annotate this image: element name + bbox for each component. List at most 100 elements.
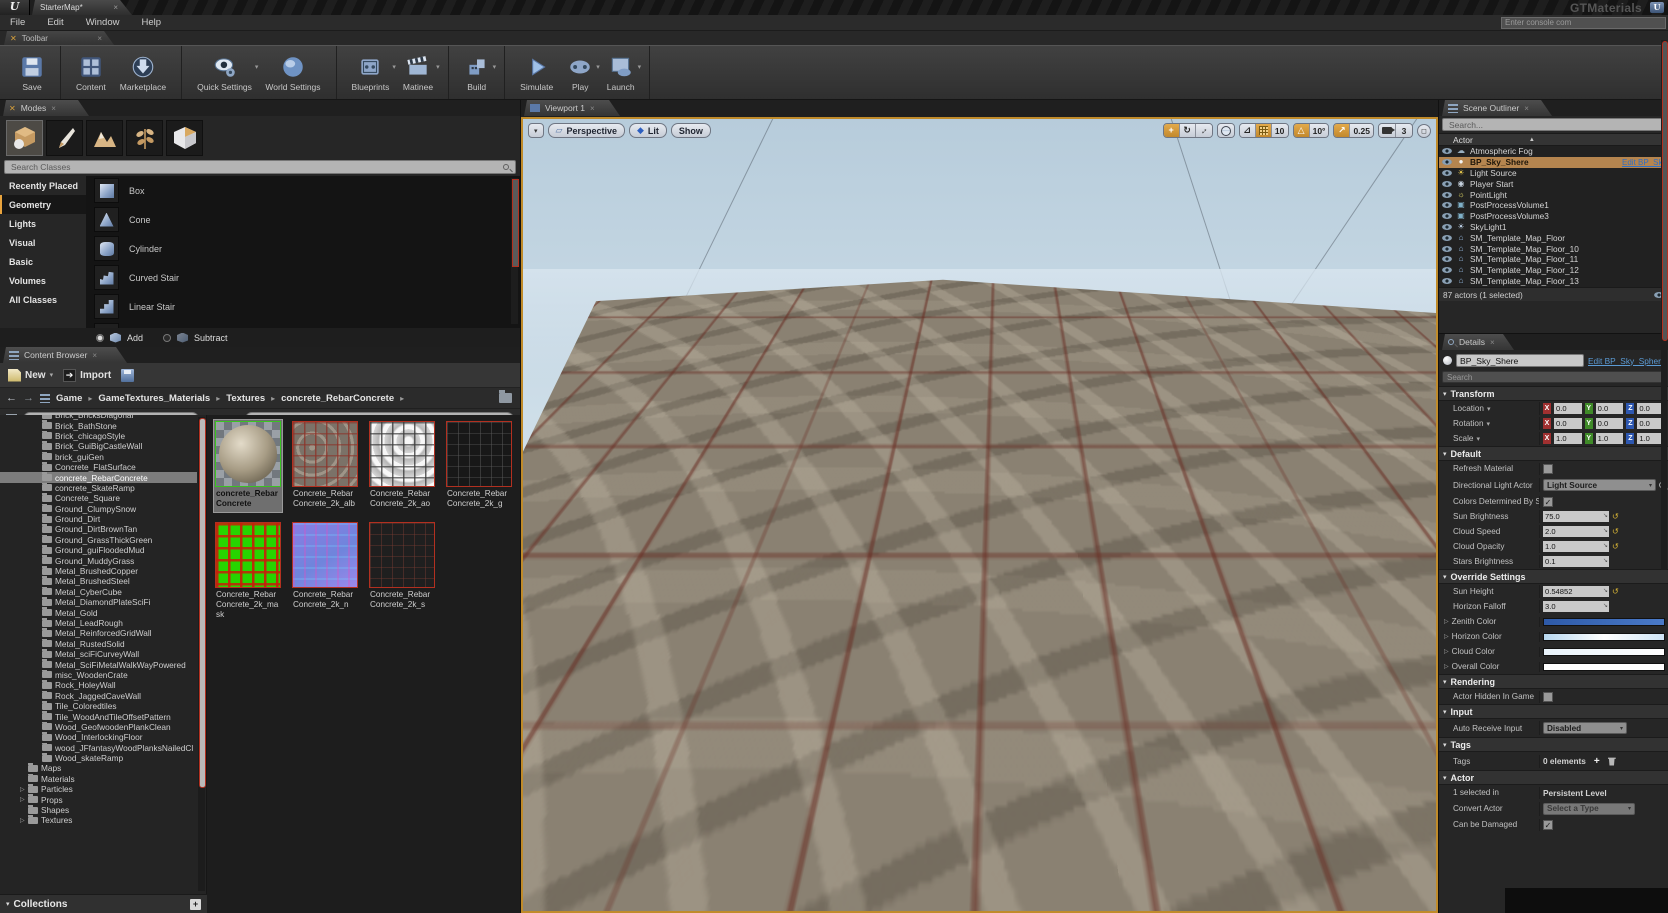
folder-tree-item[interactable]: ▷ Wood_InterlockingFloor bbox=[0, 732, 197, 742]
folder-tree-item[interactable]: ▷ concrete_SkateRamp bbox=[0, 483, 197, 493]
folder-tree-item[interactable]: ▷ brick_guiGen bbox=[0, 452, 197, 462]
csg-subtract-radio[interactable] bbox=[163, 334, 171, 342]
perspective-button[interactable]: ▱ Perspective bbox=[548, 123, 625, 138]
asset-tile[interactable]: Concrete_RebarConcrete_2k_n bbox=[291, 521, 359, 623]
delete-tags-button[interactable] bbox=[1608, 757, 1616, 766]
expander-icon[interactable]: ▷ bbox=[1444, 633, 1449, 640]
folder-tree-item[interactable]: ▷ Ground_Dirt bbox=[0, 514, 197, 524]
colors-by-sun-checkbox[interactable]: ✓ bbox=[1543, 497, 1553, 507]
details-tab[interactable]: Details × bbox=[1442, 334, 1514, 350]
simulate-button[interactable]: Simulate bbox=[513, 46, 560, 99]
maximize-viewport-button[interactable]: ◻ bbox=[1417, 124, 1431, 138]
outliner-row[interactable]: PointLight bbox=[1439, 189, 1668, 200]
folder-tree-item[interactable]: ▷ Metal_BrushedSteel bbox=[0, 576, 197, 586]
folder-tree-item[interactable]: ▷ Metal_CyberCube bbox=[0, 587, 197, 597]
mode-category[interactable]: Geometry bbox=[0, 195, 86, 214]
reset-to-default-icon[interactable]: ↺ bbox=[1612, 542, 1619, 551]
surface-snap-button[interactable]: ⊿ bbox=[1240, 124, 1256, 137]
rendering-section-header[interactable]: ▾ Rendering bbox=[1439, 674, 1668, 689]
visibility-eye-icon[interactable] bbox=[1442, 256, 1452, 262]
viewport-options-button[interactable]: ▾ bbox=[528, 123, 544, 138]
mode-geometry-button[interactable] bbox=[166, 120, 203, 156]
folder-tree-item[interactable]: ▷ Ground_DirtBrownTan bbox=[0, 524, 197, 534]
asset-tile[interactable]: Concrete_RebarConcrete_2k_g bbox=[445, 420, 513, 512]
folder-tree-item[interactable]: ▷ misc_WoodenCrate bbox=[0, 670, 197, 680]
outliner-row[interactable]: SkyLight1 bbox=[1439, 222, 1668, 233]
grid-snap-button[interactable] bbox=[1256, 124, 1272, 137]
placeable-item[interactable]: Box bbox=[86, 176, 520, 205]
mode-category[interactable]: Basic bbox=[0, 252, 86, 271]
expander-icon[interactable]: ▷ bbox=[1444, 663, 1449, 670]
folder-tree-item[interactable]: ▷ Metal_Gold bbox=[0, 607, 197, 617]
content-button[interactable]: Content bbox=[69, 46, 113, 99]
breadcrumb-game[interactable]: Game bbox=[56, 393, 82, 404]
input-section-header[interactable]: ▾ Input bbox=[1439, 704, 1668, 719]
content-browser-tab[interactable]: Content Browser × bbox=[3, 347, 127, 363]
placeable-item[interactable]: Curved Stair bbox=[86, 263, 520, 292]
folder-tree-item[interactable]: ▷ Textures bbox=[0, 815, 197, 825]
outliner-column-header[interactable]: Actor ▲ bbox=[1439, 133, 1668, 146]
mode-category[interactable]: Recently Placed bbox=[0, 176, 86, 195]
details-search-input[interactable]: Search bbox=[1442, 371, 1665, 383]
folder-tree-item[interactable]: ▷ Props bbox=[0, 794, 197, 804]
x-value-field[interactable]: 0.0 bbox=[1554, 403, 1582, 414]
placeable-item[interactable]: Cylinder bbox=[86, 234, 520, 263]
y-value-field[interactable]: 1.0 bbox=[1596, 433, 1624, 444]
placeable-item[interactable] bbox=[86, 321, 520, 328]
add-collection-button[interactable]: + bbox=[190, 899, 201, 910]
outliner-row[interactable]: Player Start bbox=[1439, 178, 1668, 189]
asset-tile[interactable]: Concrete_RebarConcrete_2k_ao bbox=[368, 420, 436, 512]
viewport-tab[interactable]: Viewport 1 × bbox=[524, 100, 620, 116]
search-classes-input[interactable]: Search Classes bbox=[4, 160, 516, 174]
document-tab[interactable]: StarterMap* × bbox=[32, 0, 132, 15]
reset-to-default-icon[interactable]: ↺ bbox=[1612, 527, 1619, 536]
forward-button[interactable]: → bbox=[23, 392, 34, 404]
stars-brightness-field[interactable]: 0.1↘ bbox=[1543, 556, 1609, 567]
folder-tree-item[interactable]: ▷ Brick_GuiBigCastleWall bbox=[0, 441, 197, 451]
outliner-row[interactable]: SM_Template_Map_Floor bbox=[1439, 232, 1668, 243]
placeable-item[interactable]: Cone bbox=[86, 205, 520, 234]
path-history-icon[interactable] bbox=[40, 394, 50, 403]
asset-tile[interactable]: Concrete_RebarConcrete_2k_s bbox=[368, 521, 436, 623]
cloud-speed-field[interactable]: 2.0↘ bbox=[1543, 526, 1609, 537]
expander-icon[interactable]: ▷ bbox=[1444, 648, 1449, 655]
folder-tree-item[interactable]: ▷ Tile_WoodAndTileOffsetPattern bbox=[0, 711, 197, 721]
visibility-eye-icon[interactable] bbox=[1442, 278, 1452, 284]
folder-icon[interactable] bbox=[499, 393, 512, 403]
folder-tree-item[interactable]: ▷ Wood_GeofwoodenPlankClean bbox=[0, 722, 197, 732]
folder-tree-item[interactable]: ▷ Ground_GrassThickGreen bbox=[0, 535, 197, 545]
cloud-opacity-field[interactable]: 1.0↘ bbox=[1543, 541, 1609, 552]
placeable-item[interactable]: Linear Stair bbox=[86, 292, 520, 321]
actor-section-header[interactable]: ▾ Actor bbox=[1439, 770, 1668, 785]
folder-tree-item[interactable]: ▷ Particles bbox=[0, 784, 197, 794]
menu-item[interactable]: Window bbox=[86, 17, 120, 28]
zenith-color-swatch[interactable] bbox=[1543, 618, 1665, 626]
close-icon[interactable]: × bbox=[92, 351, 97, 360]
new-asset-button[interactable]: New ▾ bbox=[8, 369, 53, 382]
csg-add-radio[interactable] bbox=[96, 334, 104, 342]
add-tag-button[interactable]: + bbox=[1594, 756, 1600, 767]
folder-tree-item[interactable]: ▷ concrete_RebarConcrete bbox=[0, 472, 197, 482]
chevron-down-icon[interactable]: ▾ bbox=[493, 63, 497, 71]
visibility-eye-icon[interactable] bbox=[1442, 246, 1452, 252]
scrollbar[interactable] bbox=[198, 417, 205, 891]
scale-snap-button[interactable]: ↗ bbox=[1334, 124, 1350, 137]
chevron-down-icon[interactable]: ▾ bbox=[638, 63, 642, 71]
auto-receive-input-dropdown[interactable]: Disabled ▾ bbox=[1543, 722, 1627, 734]
folder-tree-item[interactable]: ▷ Tile_Coloredtiles bbox=[0, 701, 197, 711]
collapse-icon[interactable]: ▾ bbox=[6, 900, 10, 908]
visibility-eye-icon[interactable] bbox=[1442, 224, 1452, 230]
chevron-down-icon[interactable]: ▾ bbox=[436, 63, 440, 71]
folder-tree-item[interactable]: ▷ Metal_ReinforcedGridWall bbox=[0, 628, 197, 638]
scrollbar[interactable] bbox=[1661, 40, 1667, 570]
angle-snap-button[interactable]: △ bbox=[1294, 124, 1310, 137]
breadcrumb-concrete-rebarconcrete[interactable]: concrete_RebarConcrete bbox=[281, 393, 394, 404]
folder-tree-item[interactable]: ▷ Shapes bbox=[0, 805, 197, 815]
world-settings-button[interactable]: World Settings bbox=[258, 46, 327, 99]
directional-light-dropdown[interactable]: Light Source ▾ bbox=[1543, 479, 1656, 491]
play-button[interactable]: Play bbox=[560, 46, 600, 99]
outliner-row[interactable]: BP_Sky_Shere Edit BP_Sky_Sphere bbox=[1439, 157, 1668, 168]
folder-tree-item[interactable]: ▷ Ground_guiFloodedMud bbox=[0, 545, 197, 555]
outliner-row[interactable]: SM_Template_Map_Floor_11 bbox=[1439, 254, 1668, 265]
folder-tree-item[interactable]: ▷ Metal_DiamondPlateSciFi bbox=[0, 597, 197, 607]
